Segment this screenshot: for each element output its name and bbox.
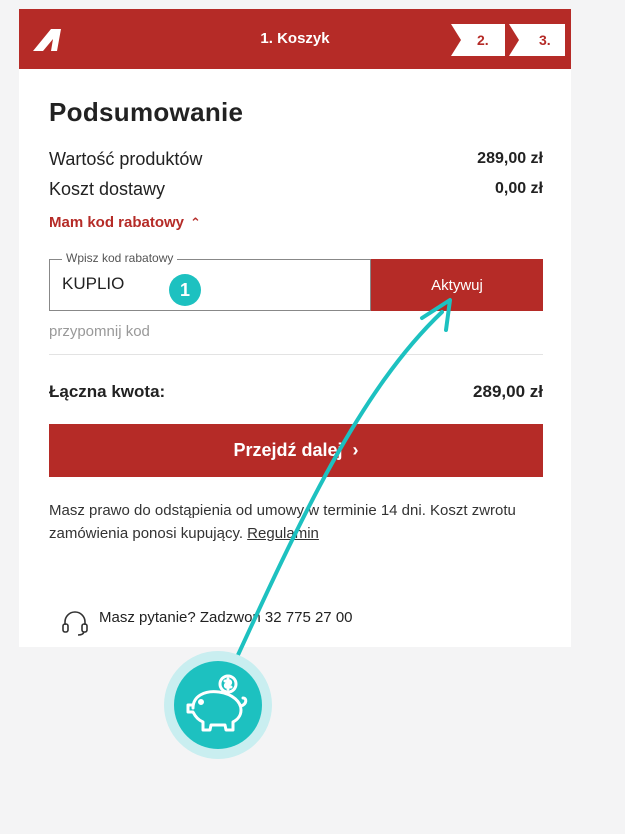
total-row: Łączna kwota: 289,00 zł: [49, 382, 543, 402]
promo-code-toggle[interactable]: Mam kod rabatowy ⌃: [49, 214, 201, 231]
chevron-right-icon: ›: [352, 440, 359, 460]
step-3-label: 3.: [539, 32, 551, 48]
shipping-value: 0,00 zł: [494, 180, 543, 197]
shipping-label: Koszt dostawy: [49, 179, 166, 199]
chevron-up-icon: ⌃: [190, 215, 201, 230]
withdrawal-note: Masz prawo do odstąpienia od umowy w ter…: [49, 499, 543, 545]
help-text: Masz pytanie? Zadzwoń: [99, 609, 261, 626]
header-bar: 1. Koszyk 2. 3.: [19, 9, 571, 69]
headset-icon: [62, 611, 88, 636]
products-label: Wartość produktów: [49, 149, 203, 169]
terms-link[interactable]: Regulamin: [247, 525, 319, 542]
divider: [49, 354, 543, 355]
promo-toggle-label: Mam kod rabatowy: [49, 214, 185, 231]
products-value: 289,00 zł: [477, 150, 543, 167]
step-2-label: 2.: [477, 32, 489, 48]
promo-code-input[interactable]: [62, 274, 342, 294]
checkout-card: 1. Koszyk 2. 3. Podsumowanie Wartość pro…: [19, 9, 571, 647]
proceed-button[interactable]: Przejdź dalej ›: [49, 424, 543, 477]
activate-button[interactable]: Aktywuj: [371, 259, 543, 311]
step-2-indicator[interactable]: 2.: [451, 24, 505, 56]
promo-code-field[interactable]: Wpisz kod rabatowy: [49, 251, 371, 311]
remind-code-link[interactable]: przypomnij kod: [49, 323, 150, 340]
total-value: 289,00 zł: [473, 382, 543, 401]
help-line: Masz pytanie? Zadzwoń 32 775 27 00: [99, 609, 353, 626]
help-phone[interactable]: 32 775 27 00: [265, 609, 353, 626]
proceed-label: Przejdź dalej: [233, 440, 343, 460]
step-3-indicator[interactable]: 3.: [509, 24, 565, 56]
summary-title: Podsumowanie: [49, 97, 244, 127]
total-label: Łączna kwota:: [49, 382, 166, 401]
promo-field-label: Wpisz kod rabatowy: [62, 251, 178, 265]
piggy-bank-icon: [164, 651, 272, 759]
step-number-badge: 1: [169, 274, 201, 306]
